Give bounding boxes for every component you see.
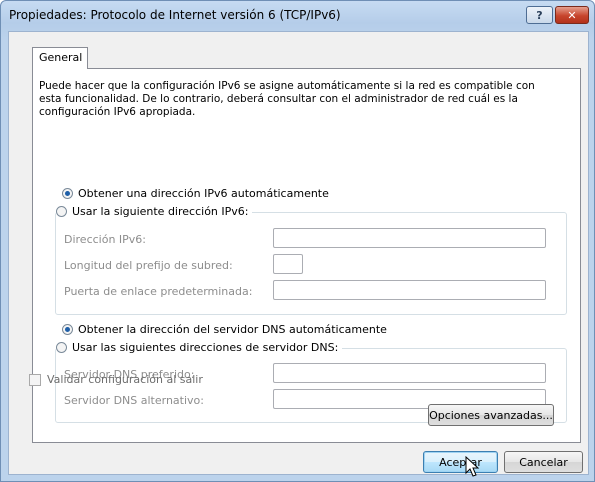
subnet-prefix-label: Longitud del prefijo de subred: [64, 259, 233, 272]
radio-auto-ipv6-label: Obtener una dirección IPv6 automáticamen… [78, 187, 329, 200]
checkbox-box [29, 373, 41, 386]
close-icon: ✕ [567, 8, 577, 22]
default-gateway-label: Puerta de enlace predeterminada: [64, 285, 253, 298]
radio-manual-ipv6[interactable]: Usar la siguiente dirección IPv6: [56, 205, 253, 218]
mouse-pointer-icon [465, 456, 480, 477]
properties-dialog: Propiedades: Protocolo de Internet versi… [0, 0, 595, 482]
close-button[interactable]: ✕ [555, 6, 589, 24]
radio-auto-ipv6[interactable]: Obtener una dirección IPv6 automáticamen… [62, 187, 333, 200]
ok-button[interactable]: Aceptar [423, 451, 498, 473]
tab-general[interactable]: General [32, 47, 88, 69]
general-tab-panel: Puede hacer que la configuración IPv6 se… [32, 68, 581, 443]
radio-manual-dns-label: Usar las siguientes direcciones de servi… [72, 341, 339, 354]
radio-unchecked-icon [56, 206, 67, 217]
radio-unchecked-icon [56, 342, 67, 353]
window-title: Propiedades: Protocolo de Internet versi… [9, 8, 341, 22]
title-bar[interactable]: Propiedades: Protocolo de Internet versi… [1, 1, 594, 31]
radio-checked-icon [62, 324, 73, 335]
radio-manual-dns[interactable]: Usar las siguientes direcciones de servi… [56, 341, 343, 354]
subnet-prefix-input[interactable] [273, 254, 303, 274]
radio-checked-icon [62, 188, 73, 199]
cancel-button[interactable]: Cancelar [504, 451, 583, 473]
ipv6-manual-group: Dirección IPv6: Longitud del prefijo de … [55, 212, 567, 315]
help-button[interactable]: ? [526, 6, 553, 24]
validate-on-exit-checkbox[interactable]: Validar configuración al salir [29, 373, 203, 386]
radio-auto-dns-label: Obtener la dirección del servidor DNS au… [78, 323, 387, 336]
validate-on-exit-label: Validar configuración al salir [47, 373, 203, 386]
alternate-dns-label: Servidor DNS alternativo: [64, 394, 204, 407]
radio-manual-ipv6-label: Usar la siguiente dirección IPv6: [72, 205, 249, 218]
ipv6-address-label: Dirección IPv6: [64, 233, 147, 246]
default-gateway-input[interactable] [273, 280, 546, 300]
ipv6-address-input[interactable] [273, 228, 546, 248]
help-icon: ? [536, 8, 543, 22]
radio-auto-dns[interactable]: Obtener la dirección del servidor DNS au… [62, 323, 391, 336]
advanced-options-button[interactable]: Opciones avanzadas... [428, 404, 554, 426]
intro-text: Puede hacer que la configuración IPv6 se… [39, 80, 535, 118]
preferred-dns-input[interactable] [273, 363, 546, 383]
